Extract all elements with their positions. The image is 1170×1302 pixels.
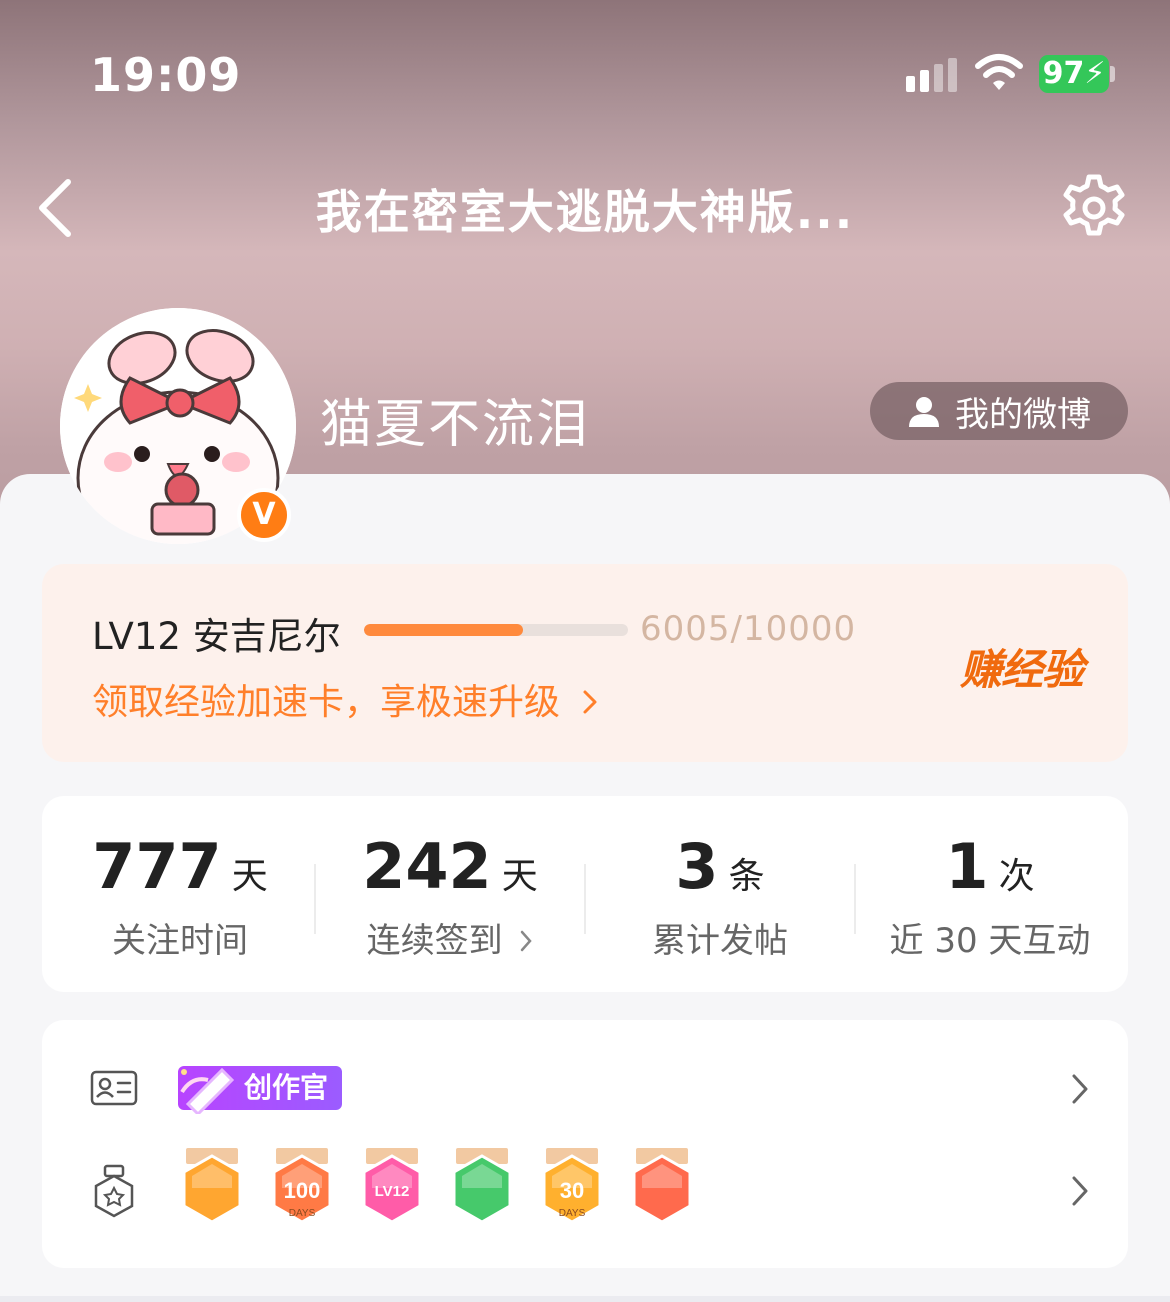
- stat-unit: 条: [728, 856, 765, 897]
- battery-tip: [1110, 66, 1115, 82]
- status-time: 19:09: [90, 48, 242, 102]
- stat-value: 1: [945, 830, 989, 903]
- stat-value: 777: [92, 830, 222, 903]
- chevron-right-icon: [521, 930, 533, 952]
- charging-bolt-icon: ⚡: [1084, 56, 1106, 91]
- svg-text:100: 100: [284, 1178, 321, 1203]
- medal-icon: [94, 1164, 134, 1218]
- stat-interactions: 1次 近 30 天互动: [855, 830, 1125, 962]
- chevron-right-icon[interactable]: [1070, 1072, 1090, 1106]
- level-progress-text: 6005/10000: [640, 609, 857, 649]
- stat-value: 242: [362, 830, 492, 903]
- stat-posts: 3条 累计发帖: [585, 830, 855, 962]
- chevron-right-icon: [583, 690, 597, 714]
- battery-charging-icon: 97⚡: [1039, 55, 1109, 93]
- my-weibo-label: 我的微博: [955, 394, 1091, 435]
- wifi-icon: [975, 54, 1023, 90]
- rock-hand-medal-icon[interactable]: [628, 1148, 696, 1234]
- stat-unit: 天: [501, 856, 538, 897]
- gear-icon[interactable]: [1058, 172, 1130, 244]
- my-weibo-button[interactable]: 我的微博: [870, 382, 1128, 440]
- cellular-signal-icon: [906, 58, 957, 92]
- creator-tag[interactable]: 创作官: [178, 1066, 342, 1114]
- stat-value: 3: [675, 830, 719, 903]
- stat-label: 关注时间: [112, 921, 248, 961]
- bottom-divider: [0, 1296, 1170, 1302]
- page-title: 我在密室大逃脱大神版...: [315, 185, 855, 239]
- hand-medal-icon[interactable]: [448, 1148, 516, 1234]
- lv12-medal-icon[interactable]: LV12: [358, 1148, 426, 1234]
- stat-unit: 次: [998, 856, 1035, 897]
- user-icon: [909, 397, 939, 427]
- stat-label-row: 连续签到: [315, 913, 585, 962]
- stat-checkin-days[interactable]: 242 天 连续签到: [315, 830, 585, 962]
- creator-label: 创作官: [244, 1071, 329, 1104]
- chevron-left-icon[interactable]: [30, 176, 80, 240]
- verified-badge: V: [237, 488, 291, 542]
- svg-text:DAYS: DAYS: [289, 1208, 316, 1219]
- exp-boost-link[interactable]: 领取经验加速卡，享极速升级: [92, 673, 599, 725]
- chevron-right-icon[interactable]: [1070, 1174, 1090, 1208]
- level-label: LV12 安吉尼尔: [92, 615, 341, 658]
- level-progress-bar: [364, 624, 628, 636]
- crown-medal-icon[interactable]: [178, 1148, 246, 1234]
- stat-label: 连续签到: [366, 921, 503, 961]
- svg-text:LV12: LV12: [375, 1183, 410, 1200]
- 30-days-medal-icon[interactable]: 30 DAYS: [538, 1148, 606, 1234]
- exp-boost-label: 领取经验加速卡，享极速升级: [92, 682, 561, 723]
- battery-level: 97: [1042, 56, 1085, 91]
- stat-unit: 天: [231, 856, 268, 897]
- svg-text:30: 30: [560, 1178, 584, 1203]
- stat-follow-days: 777 天 关注时间: [45, 830, 315, 962]
- level-progress-fill: [364, 624, 523, 636]
- pen-badge-icon: [180, 1067, 235, 1114]
- stat-label: 累计发帖: [652, 921, 788, 961]
- username: 猫夏不流泪: [320, 395, 591, 455]
- id-card-icon: [90, 1070, 138, 1106]
- svg-text:DAYS: DAYS: [559, 1208, 586, 1219]
- earn-exp-button[interactable]: 赚经验: [960, 636, 1084, 697]
- 100-days-medal-icon[interactable]: 100 DAYS: [268, 1148, 336, 1234]
- stat-label: 近 30 天互动: [889, 921, 1091, 961]
